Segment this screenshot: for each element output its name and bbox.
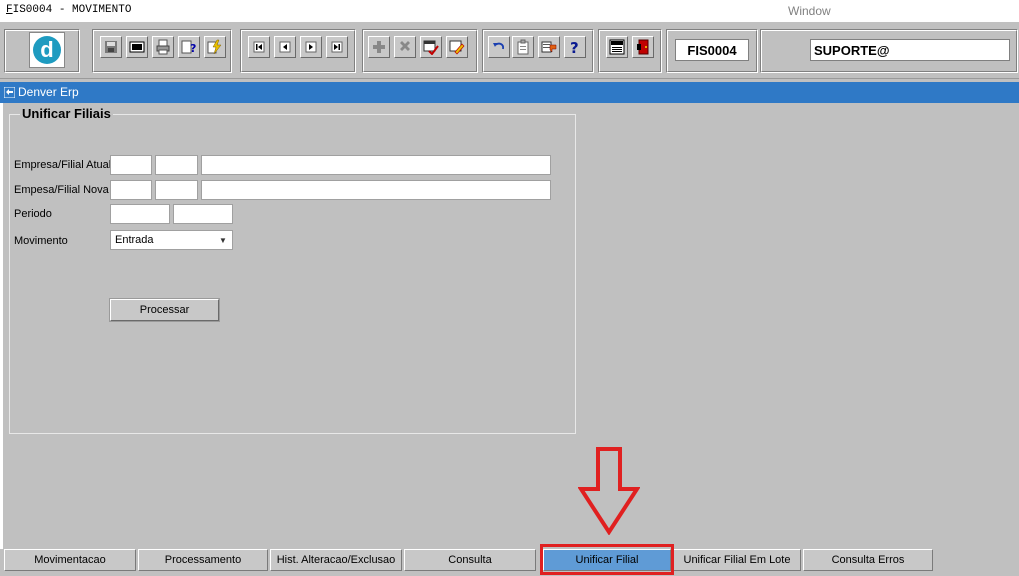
window-icon[interactable] bbox=[126, 36, 148, 58]
window-title-mnemonic: F bbox=[6, 4, 13, 16]
window-menu[interactable]: Window bbox=[788, 4, 831, 18]
app-title-bar: Denver Erp bbox=[0, 82, 1019, 103]
last-record-icon[interactable] bbox=[326, 36, 348, 58]
empresa-nova-name-field[interactable] bbox=[201, 180, 551, 200]
form-code-field: FIS0004 bbox=[675, 39, 749, 61]
help-icon[interactable]: ? bbox=[564, 36, 586, 58]
chevron-down-icon[interactable]: ▼ bbox=[216, 233, 230, 247]
empresa-atual-field[interactable] bbox=[110, 155, 152, 175]
app-title: Denver Erp bbox=[18, 85, 79, 99]
periodo-start-field[interactable] bbox=[110, 204, 170, 224]
save-record-icon[interactable] bbox=[420, 36, 442, 58]
tab-consulta[interactable]: Consulta bbox=[404, 549, 536, 571]
user-field: SUPORTE@ bbox=[810, 39, 1010, 61]
company-logo: d bbox=[29, 32, 65, 68]
query-help-icon[interactable]: ? bbox=[178, 36, 200, 58]
window-title-text: IS0004 - MOVIMENTO bbox=[12, 4, 132, 16]
label-periodo: Periodo bbox=[14, 208, 52, 220]
tab-unificar-filial-lote[interactable]: Unificar Filial Em Lote bbox=[673, 549, 801, 571]
tab-hist-alteracao[interactable]: Hist. Alteracao/Exclusao bbox=[270, 549, 402, 571]
first-record-icon[interactable] bbox=[248, 36, 270, 58]
empresa-atual-name-field[interactable] bbox=[201, 155, 551, 175]
filial-nova-field[interactable] bbox=[155, 180, 198, 200]
label-empresa-nova: Empesa/Filial Nova bbox=[14, 184, 109, 196]
exit-icon[interactable] bbox=[632, 36, 654, 58]
logo-mark: d bbox=[33, 36, 61, 64]
tab-movimentacao[interactable]: Movimentacao bbox=[4, 549, 136, 571]
execute-query-icon[interactable] bbox=[204, 36, 226, 58]
next-record-icon[interactable] bbox=[300, 36, 322, 58]
svg-text:?: ? bbox=[570, 39, 579, 55]
annotation-highlight-box bbox=[540, 544, 674, 575]
tab-consulta-erros[interactable]: Consulta Erros bbox=[803, 549, 933, 571]
app-window-icon bbox=[4, 87, 15, 98]
insert-record-icon[interactable] bbox=[368, 36, 390, 58]
edit-record-icon[interactable] bbox=[446, 36, 468, 58]
periodo-end-field[interactable] bbox=[173, 204, 233, 224]
undo-icon[interactable] bbox=[488, 36, 510, 58]
movimento-select[interactable]: Entrada ▼ bbox=[110, 230, 233, 250]
empresa-nova-field[interactable] bbox=[110, 180, 152, 200]
list-values-icon[interactable] bbox=[538, 36, 560, 58]
label-movimento: Movimento bbox=[14, 235, 68, 247]
panel-title: Unificar Filiais bbox=[20, 106, 113, 121]
label-empresa-atual: Empresa/Filial Atual bbox=[14, 159, 112, 171]
title-bar: FIS0004 - MOVIMENTO Window bbox=[0, 0, 1019, 22]
print-icon[interactable] bbox=[152, 36, 174, 58]
previous-record-icon[interactable] bbox=[274, 36, 296, 58]
svg-text:?: ? bbox=[190, 42, 196, 55]
filial-atual-field[interactable] bbox=[155, 155, 198, 175]
processar-button[interactable]: Processar bbox=[109, 298, 220, 322]
menu-icon[interactable] bbox=[606, 36, 628, 58]
delete-record-icon[interactable] bbox=[394, 36, 416, 58]
clipboard-icon[interactable] bbox=[512, 36, 534, 58]
tab-processamento[interactable]: Processamento bbox=[138, 549, 268, 571]
annotation-arrow-icon bbox=[578, 447, 640, 535]
movimento-value: Entrada bbox=[115, 234, 154, 246]
save-icon[interactable] bbox=[100, 36, 122, 58]
window-title: FIS0004 - MOVIMENTO bbox=[6, 4, 131, 16]
